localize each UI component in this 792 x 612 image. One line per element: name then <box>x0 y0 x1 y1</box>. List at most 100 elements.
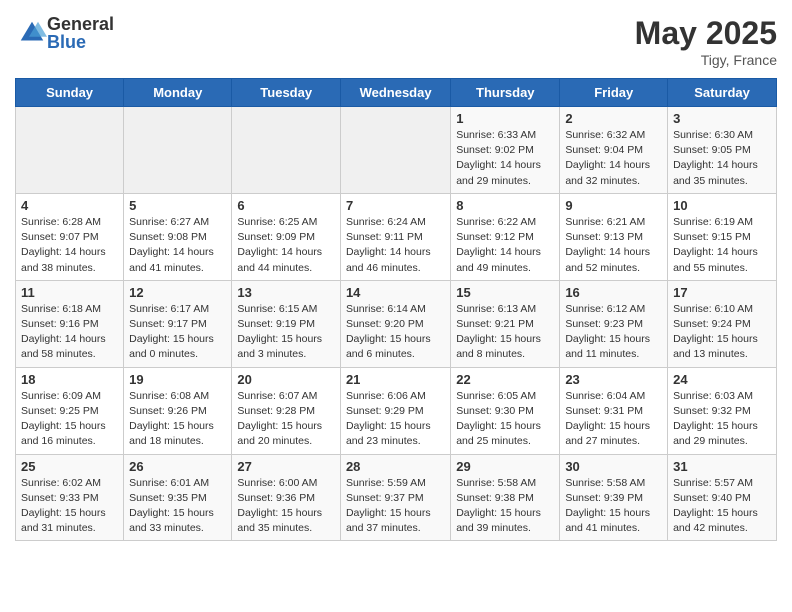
day-number: 19 <box>129 372 226 387</box>
table-row: 17 Sunrise: 6:10 AMSunset: 9:24 PMDayligh… <box>668 280 777 367</box>
day-number: 15 <box>456 285 554 300</box>
day-number: 5 <box>129 198 226 213</box>
day-info: Sunrise: 6:10 AMSunset: 9:24 PMDaylight:… <box>673 302 771 363</box>
day-info: Sunrise: 6:33 AMSunset: 9:02 PMDaylight:… <box>456 128 554 189</box>
table-row: 31 Sunrise: 5:57 AMSunset: 9:40 PMDayligh… <box>668 454 777 541</box>
day-info: Sunrise: 6:00 AMSunset: 9:36 PMDaylight:… <box>237 476 335 537</box>
day-info: Sunrise: 6:25 AMSunset: 9:09 PMDaylight:… <box>237 215 335 276</box>
day-info: Sunrise: 6:32 AMSunset: 9:04 PMDaylight:… <box>565 128 662 189</box>
day-info: Sunrise: 6:28 AMSunset: 9:07 PMDaylight:… <box>21 215 118 276</box>
day-info: Sunrise: 6:15 AMSunset: 9:19 PMDaylight:… <box>237 302 335 363</box>
table-row: 11Sunrise: 6:18 AMSunset: 9:16 PMDayligh… <box>16 280 124 367</box>
week-row-3: 18Sunrise: 6:09 AMSunset: 9:25 PMDayligh… <box>16 367 777 454</box>
table-row: 29 Sunrise: 5:58 AMSunset: 9:38 PMDayligh… <box>451 454 560 541</box>
day-info: Sunrise: 6:17 AMSunset: 9:17 PMDaylight:… <box>129 302 226 363</box>
day-info: Sunrise: 6:30 AMSunset: 9:05 PMDaylight:… <box>673 128 771 189</box>
day-number: 28 <box>346 459 445 474</box>
table-row: 21 Sunrise: 6:06 AMSunset: 9:29 PMDayligh… <box>340 367 450 454</box>
day-number: 14 <box>346 285 445 300</box>
table-row: 26Sunrise: 6:01 AMSunset: 9:35 PMDayligh… <box>124 454 232 541</box>
day-info: Sunrise: 6:27 AMSunset: 9:08 PMDaylight:… <box>129 215 226 276</box>
table-row: 8 Sunrise: 6:22 AMSunset: 9:12 PMDaylight… <box>451 193 560 280</box>
day-number: 31 <box>673 459 771 474</box>
day-number: 6 <box>237 198 335 213</box>
day-info: Sunrise: 6:06 AMSunset: 9:29 PMDaylight:… <box>346 389 445 450</box>
day-number: 22 <box>456 372 554 387</box>
table-row: 28 Sunrise: 5:59 AMSunset: 9:37 PMDayligh… <box>340 454 450 541</box>
day-number: 11 <box>21 285 118 300</box>
header-wednesday: Wednesday <box>340 79 450 107</box>
day-info: Sunrise: 5:58 AMSunset: 9:38 PMDaylight:… <box>456 476 554 537</box>
day-number: 21 <box>346 372 445 387</box>
table-row: 16Sunrise: 6:12 AMSunset: 9:23 PMDayligh… <box>560 280 668 367</box>
logo: General Blue <box>15 15 114 51</box>
table-row: 15 Sunrise: 6:13 AMSunset: 9:21 PMDayligh… <box>451 280 560 367</box>
week-row-2: 11Sunrise: 6:18 AMSunset: 9:16 PMDayligh… <box>16 280 777 367</box>
title-section: May 2025 Tigy, France <box>635 15 777 68</box>
day-info: Sunrise: 5:58 AMSunset: 9:39 PMDaylight:… <box>565 476 662 537</box>
table-row <box>16 107 124 194</box>
day-number: 4 <box>21 198 118 213</box>
table-row: 2 Sunrise: 6:32 AMSunset: 9:04 PMDaylight… <box>560 107 668 194</box>
day-number: 1 <box>456 111 554 126</box>
day-number: 29 <box>456 459 554 474</box>
page-header: General Blue May 2025 Tigy, France <box>15 15 777 68</box>
day-number: 27 <box>237 459 335 474</box>
week-row-0: 1 Sunrise: 6:33 AMSunset: 9:02 PMDaylight… <box>16 107 777 194</box>
day-info: Sunrise: 5:57 AMSunset: 9:40 PMDaylight:… <box>673 476 771 537</box>
day-info: Sunrise: 6:03 AMSunset: 9:32 PMDaylight:… <box>673 389 771 450</box>
day-info: Sunrise: 6:22 AMSunset: 9:12 PMDaylight:… <box>456 215 554 276</box>
day-number: 2 <box>565 111 662 126</box>
table-row: 14 Sunrise: 6:14 AMSunset: 9:20 PMDayligh… <box>340 280 450 367</box>
table-row: 9 Sunrise: 6:21 AMSunset: 9:13 PMDaylight… <box>560 193 668 280</box>
day-info: Sunrise: 6:01 AMSunset: 9:35 PMDaylight:… <box>129 476 226 537</box>
table-row: 19Sunrise: 6:08 AMSunset: 9:26 PMDayligh… <box>124 367 232 454</box>
day-number: 18 <box>21 372 118 387</box>
day-info: Sunrise: 5:59 AMSunset: 9:37 PMDaylight:… <box>346 476 445 537</box>
table-row <box>124 107 232 194</box>
day-info: Sunrise: 6:12 AMSunset: 9:23 PMDaylight:… <box>565 302 662 363</box>
day-info: Sunrise: 6:14 AMSunset: 9:20 PMDaylight:… <box>346 302 445 363</box>
table-row: 30 Sunrise: 5:58 AMSunset: 9:39 PMDayligh… <box>560 454 668 541</box>
table-row: 5 Sunrise: 6:27 AMSunset: 9:08 PMDaylight… <box>124 193 232 280</box>
header-thursday: Thursday <box>451 79 560 107</box>
table-row: 12Sunrise: 6:17 AMSunset: 9:17 PMDayligh… <box>124 280 232 367</box>
day-number: 8 <box>456 198 554 213</box>
table-row: 1 Sunrise: 6:33 AMSunset: 9:02 PMDaylight… <box>451 107 560 194</box>
week-row-4: 25 Sunrise: 6:02 AMSunset: 9:33 PMDayligh… <box>16 454 777 541</box>
table-row: 22Sunrise: 6:05 AMSunset: 9:30 PMDayligh… <box>451 367 560 454</box>
table-row: 13Sunrise: 6:15 AMSunset: 9:19 PMDayligh… <box>232 280 341 367</box>
day-number: 10 <box>673 198 771 213</box>
day-info: Sunrise: 6:13 AMSunset: 9:21 PMDaylight:… <box>456 302 554 363</box>
table-row: 27 Sunrise: 6:00 AMSunset: 9:36 PMDayligh… <box>232 454 341 541</box>
day-number: 3 <box>673 111 771 126</box>
day-info: Sunrise: 6:24 AMSunset: 9:11 PMDaylight:… <box>346 215 445 276</box>
day-info: Sunrise: 6:21 AMSunset: 9:13 PMDaylight:… <box>565 215 662 276</box>
day-info: Sunrise: 6:02 AMSunset: 9:33 PMDaylight:… <box>21 476 118 537</box>
table-row: 6 Sunrise: 6:25 AMSunset: 9:09 PMDaylight… <box>232 193 341 280</box>
logo-blue: Blue <box>47 33 114 51</box>
logo-general: General <box>47 15 114 33</box>
table-row: 4 Sunrise: 6:28 AMSunset: 9:07 PMDaylight… <box>16 193 124 280</box>
header-monday: Monday <box>124 79 232 107</box>
week-row-1: 4 Sunrise: 6:28 AMSunset: 9:07 PMDaylight… <box>16 193 777 280</box>
table-row: 3 Sunrise: 6:30 AMSunset: 9:05 PMDaylight… <box>668 107 777 194</box>
header-tuesday: Tuesday <box>232 79 341 107</box>
header-row: Sunday Monday Tuesday Wednesday Thursday… <box>16 79 777 107</box>
logo-text: General Blue <box>47 15 114 51</box>
day-number: 23 <box>565 372 662 387</box>
day-number: 17 <box>673 285 771 300</box>
day-number: 25 <box>21 459 118 474</box>
day-number: 30 <box>565 459 662 474</box>
day-number: 20 <box>237 372 335 387</box>
day-number: 24 <box>673 372 771 387</box>
day-info: Sunrise: 6:19 AMSunset: 9:15 PMDaylight:… <box>673 215 771 276</box>
day-number: 7 <box>346 198 445 213</box>
table-row: 23 Sunrise: 6:04 AMSunset: 9:31 PMDayligh… <box>560 367 668 454</box>
day-info: Sunrise: 6:04 AMSunset: 9:31 PMDaylight:… <box>565 389 662 450</box>
table-row: 25 Sunrise: 6:02 AMSunset: 9:33 PMDayligh… <box>16 454 124 541</box>
day-number: 9 <box>565 198 662 213</box>
header-friday: Friday <box>560 79 668 107</box>
table-row: 24 Sunrise: 6:03 AMSunset: 9:32 PMDayligh… <box>668 367 777 454</box>
table-row: 20Sunrise: 6:07 AMSunset: 9:28 PMDayligh… <box>232 367 341 454</box>
